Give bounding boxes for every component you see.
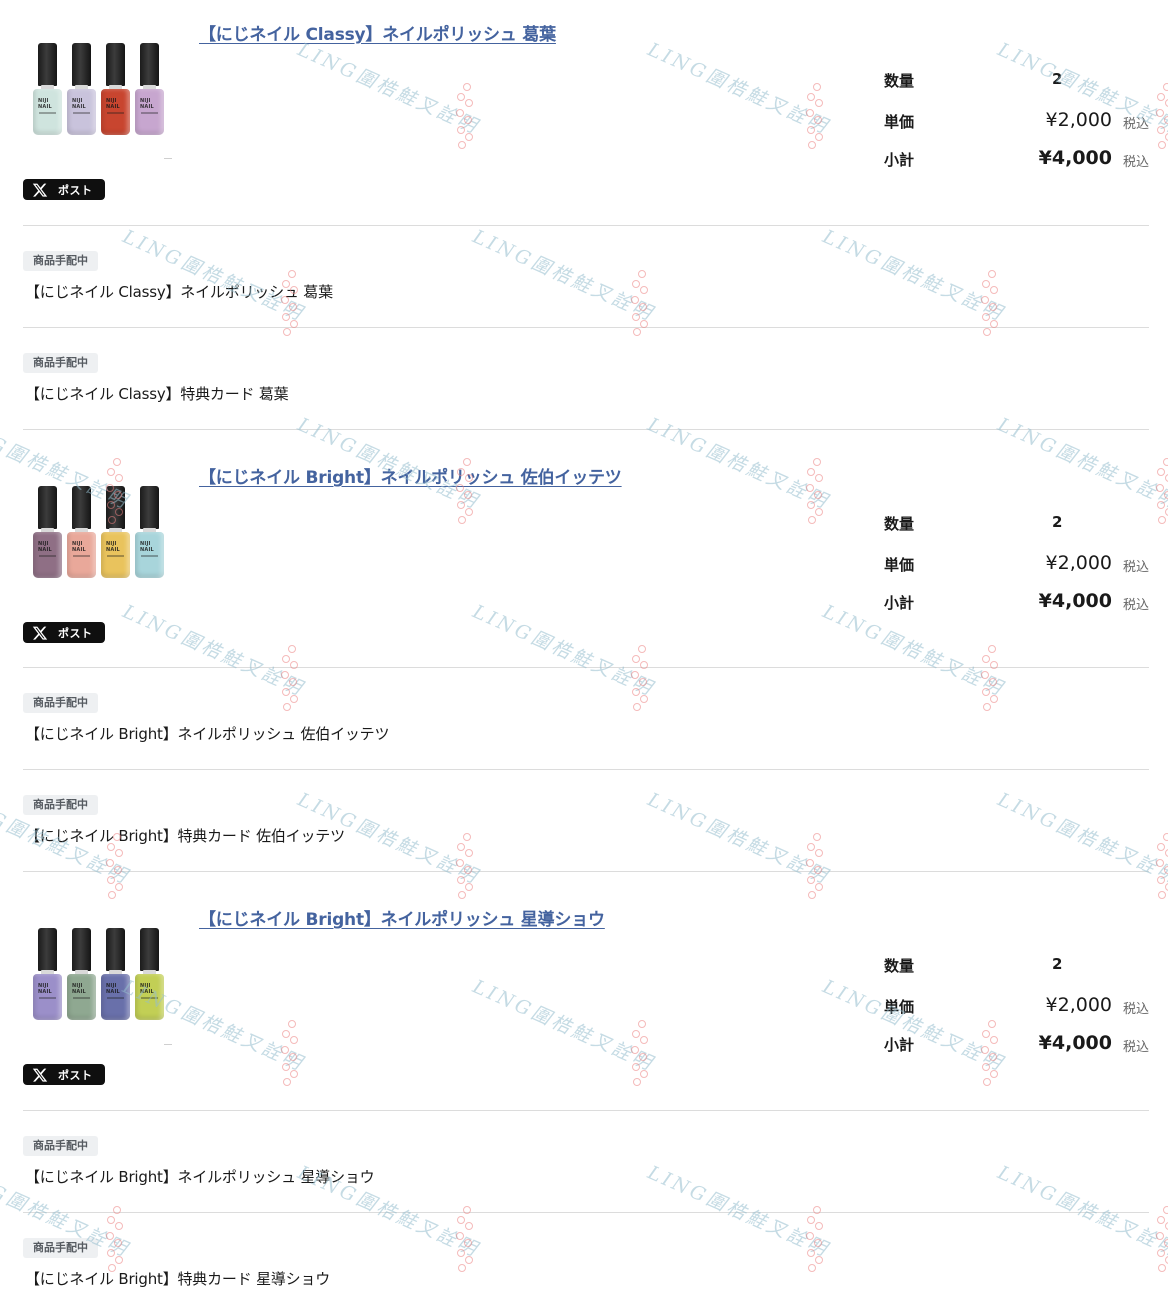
line-item-name: 【にじネイル Bright】特典カード 星導ショウ bbox=[25, 1270, 331, 1288]
quantity-label: 数量 bbox=[884, 957, 915, 975]
line-item-name: 【にじネイル Bright】ネイルポリッシュ 星導ショウ bbox=[25, 1168, 375, 1186]
product-thumbnail[interactable]: NIJI NAIL NIJI NAIL NIJI NAIL NIJI NAIL bbox=[33, 43, 171, 135]
divider bbox=[23, 871, 1149, 872]
subtotal-row: 小計 ¥4,000 税込 bbox=[884, 590, 1149, 616]
tax-included-label: 税込 bbox=[1122, 1002, 1149, 1017]
nail-polish-bottle: NIJI NAIL bbox=[135, 43, 164, 135]
product-title-link[interactable]: 【にじネイル Bright】ネイルポリッシュ 佐伯イッテツ bbox=[199, 463, 622, 488]
watermark: LING圍梏鮭叉詮明 bbox=[644, 410, 865, 524]
post-to-x-button[interactable]: ポスト bbox=[23, 1064, 105, 1085]
divider bbox=[23, 225, 1149, 226]
watermark: LING圍梏鮭叉詮明 bbox=[119, 597, 340, 711]
nail-polish-bottle: NIJI NAIL bbox=[135, 486, 164, 578]
subtotal-label: 小計 bbox=[884, 594, 915, 612]
tax-included-label: 税込 bbox=[1122, 117, 1149, 132]
order-line-item: 商品手配中 【にじネイル Bright】ネイルポリッシュ 佐伯イッテツ bbox=[23, 693, 1149, 763]
tax-included-label: 税込 bbox=[1122, 155, 1149, 170]
subtotal-label: 小計 bbox=[884, 1036, 915, 1054]
nail-polish-bottle: NIJI NAIL bbox=[67, 486, 96, 578]
divider bbox=[23, 667, 1149, 668]
subtotal-value: ¥4,000 bbox=[1038, 1032, 1112, 1054]
nail-polish-bottle: NIJI NAIL bbox=[101, 928, 130, 1020]
subtotal-label: 小計 bbox=[884, 151, 915, 169]
quantity-row: 数量 2 bbox=[884, 955, 1149, 979]
x-logo-icon bbox=[32, 626, 48, 640]
subtotal-row: 小計 ¥4,000 税込 bbox=[884, 1032, 1149, 1058]
watermark: LING圍梏鮭叉詮明 bbox=[994, 410, 1168, 524]
nail-polish-bottle: NIJI NAIL bbox=[33, 928, 62, 1020]
status-badge: 商品手配中 bbox=[23, 353, 98, 373]
unit-price-value: ¥2,000 bbox=[1045, 552, 1112, 574]
watermark: LING圍梏鮭叉詮明 bbox=[819, 972, 1040, 1086]
quantity-label: 数量 bbox=[884, 72, 915, 90]
quantity-row: 数量 2 bbox=[884, 513, 1149, 537]
line-item-name: 【にじネイル Bright】特典カード 佐伯イッテツ bbox=[25, 827, 345, 845]
line-item-name: 【にじネイル Classy】特典カード 葛葉 bbox=[25, 385, 289, 403]
divider bbox=[23, 1110, 1149, 1111]
post-button-label: ポスト bbox=[58, 626, 93, 640]
watermark: LING圍梏鮭叉詮明 bbox=[294, 35, 515, 149]
product-thumbnail[interactable]: NIJI NAIL NIJI NAIL NIJI NAIL NIJI NAIL bbox=[33, 928, 171, 1020]
quantity-value: 2 bbox=[1052, 70, 1063, 88]
status-badge: 商品手配中 bbox=[23, 1136, 98, 1156]
status-badge: 商品手配中 bbox=[23, 251, 98, 271]
order-line-item: 商品手配中 【にじネイル Classy】特典カード 葛葉 bbox=[23, 353, 1149, 423]
quantity-row: 数量 2 bbox=[884, 70, 1149, 94]
divider bbox=[23, 429, 1149, 430]
quantity-value: 2 bbox=[1052, 513, 1063, 531]
subtotal-value: ¥4,000 bbox=[1038, 147, 1112, 169]
order-line-item: 商品手配中 【にじネイル Classy】ネイルポリッシュ 葛葉 bbox=[23, 251, 1149, 321]
image-divider bbox=[164, 158, 172, 159]
quantity-label: 数量 bbox=[884, 515, 915, 533]
divider bbox=[23, 1212, 1149, 1213]
nail-polish-bottle: NIJI NAIL bbox=[135, 928, 164, 1020]
x-logo-icon bbox=[32, 1068, 48, 1082]
unit-price-label: 単価 bbox=[884, 556, 915, 574]
divider bbox=[23, 769, 1149, 770]
post-to-x-button[interactable]: ポスト bbox=[23, 179, 105, 200]
order-line-item: 商品手配中 【にじネイル Bright】ネイルポリッシュ 星導ショウ bbox=[23, 1136, 1149, 1206]
status-badge: 商品手配中 bbox=[23, 693, 98, 713]
post-button-label: ポスト bbox=[58, 1068, 93, 1082]
tax-included-label: 税込 bbox=[1122, 1040, 1149, 1055]
unit-price-label: 単価 bbox=[884, 998, 915, 1016]
unit-price-row: 単価 ¥2,000 税込 bbox=[884, 552, 1149, 578]
watermark: LING圍梏鮭叉詮明 bbox=[469, 972, 690, 1086]
unit-price-value: ¥2,000 bbox=[1045, 994, 1112, 1016]
nail-polish-bottle: NIJI NAIL bbox=[33, 486, 62, 578]
post-to-x-button[interactable]: ポスト bbox=[23, 622, 105, 643]
line-item-name: 【にじネイル Classy】ネイルポリッシュ 葛葉 bbox=[25, 283, 333, 301]
status-badge: 商品手配中 bbox=[23, 1238, 98, 1258]
watermark: LING圍梏鮭叉詮明 bbox=[469, 597, 690, 711]
watermark: LING圍梏鮭叉詮明 bbox=[644, 35, 865, 149]
product-title-link[interactable]: 【にじネイル Bright】ネイルポリッシュ 星導ショウ bbox=[199, 905, 605, 930]
nail-polish-bottle: NIJI NAIL bbox=[101, 43, 130, 135]
divider bbox=[23, 327, 1149, 328]
image-divider bbox=[164, 1044, 172, 1045]
nail-polish-bottle: NIJI NAIL bbox=[33, 43, 62, 135]
x-logo-icon bbox=[32, 183, 48, 197]
unit-price-row: 単価 ¥2,000 税込 bbox=[884, 994, 1149, 1020]
status-badge: 商品手配中 bbox=[23, 795, 98, 815]
subtotal-row: 小計 ¥4,000 税込 bbox=[884, 147, 1149, 173]
post-button-label: ポスト bbox=[58, 183, 93, 197]
subtotal-value: ¥4,000 bbox=[1038, 590, 1112, 612]
nail-polish-bottle: NIJI NAIL bbox=[101, 486, 130, 578]
order-line-item: 商品手配中 【にじネイル Bright】特典カード 佐伯イッテツ bbox=[23, 795, 1149, 865]
nail-polish-bottle: NIJI NAIL bbox=[67, 43, 96, 135]
line-item-name: 【にじネイル Bright】ネイルポリッシュ 佐伯イッテツ bbox=[25, 725, 390, 743]
order-line-item: 商品手配中 【にじネイル Bright】特典カード 星導ショウ bbox=[23, 1238, 1149, 1308]
product-thumbnail[interactable]: NIJI NAIL NIJI NAIL NIJI NAIL NIJI NAIL bbox=[33, 486, 171, 578]
product-title-link[interactable]: 【にじネイル Classy】ネイルポリッシュ 葛葉 bbox=[199, 20, 556, 45]
tax-included-label: 税込 bbox=[1122, 598, 1149, 613]
quantity-value: 2 bbox=[1052, 955, 1063, 973]
unit-price-value: ¥2,000 bbox=[1045, 109, 1112, 131]
unit-price-row: 単価 ¥2,000 税込 bbox=[884, 109, 1149, 135]
unit-price-label: 単価 bbox=[884, 113, 915, 131]
tax-included-label: 税込 bbox=[1122, 560, 1149, 575]
watermark-layer: LING圍梏鮭叉詮明 LING圍梏鮭叉詮明 LING圍梏鮭叉詮明 LING圍梏鮭叉詮明… bbox=[0, 0, 1168, 1300]
nail-polish-bottle: NIJI NAIL bbox=[67, 928, 96, 1020]
